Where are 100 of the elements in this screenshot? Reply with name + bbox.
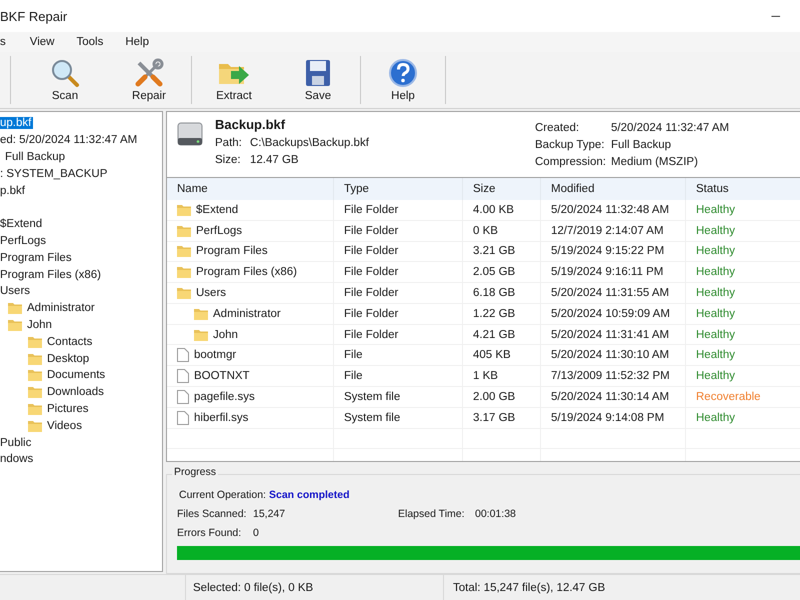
menu-item[interactable]: s (0, 36, 19, 48)
folder-icon (28, 369, 42, 382)
file-name: Program Files (196, 245, 268, 258)
folder-icon (177, 245, 191, 258)
operation-status: Scan completed (269, 488, 350, 500)
file-status: Healthy (696, 266, 735, 278)
tree-item[interactable]: Public (0, 436, 34, 449)
tree-info-text: : SYSTEM_BACKUP (0, 168, 108, 180)
file-size: 6.18 GB (473, 286, 516, 299)
progress-value: 00:01:38 (475, 508, 516, 520)
status-text: Total: 15,247 file(s), 12.47 GB (452, 582, 606, 594)
menu-item[interactable]: View (18, 36, 66, 48)
tree-item[interactable]: Program Files (0, 252, 74, 264)
column-header[interactable]: Type (334, 178, 463, 200)
tree-item[interactable]: $Extend (0, 218, 44, 230)
modified-date: 5/19/2024 9:14:08 PM (551, 412, 664, 424)
modified-date: 5/20/2024 11:31:55 AM (551, 286, 670, 299)
window-title: BKF Repair (0, 8, 68, 24)
tree-item[interactable]: Contacts (47, 336, 94, 348)
detail-value: Full Backup (611, 138, 672, 150)
file-status: Healthy (696, 204, 735, 216)
file-name: Administrator (213, 308, 281, 320)
column-header[interactable]: Name (167, 178, 334, 200)
tree-item[interactable]: p.bkf (0, 184, 27, 197)
file-type: File (344, 370, 363, 382)
folder-icon (8, 302, 22, 314)
detail-label: Backup Type: (535, 138, 606, 150)
detail-label: Path: (215, 136, 243, 148)
status-text: Selected: 0 file(s), 0 KB (186, 575, 444, 600)
file-name: hiberfil.sys (194, 412, 248, 424)
tree-item[interactable]: Pictures (47, 402, 91, 415)
menu-item[interactable]: Help (114, 36, 160, 48)
file-name: BOOTNXT (194, 370, 250, 382)
file-type: File Folder (344, 308, 398, 320)
file-name: Users (196, 286, 226, 299)
tree-item[interactable]: Documents (47, 369, 108, 382)
tree-item[interactable]: John (27, 318, 54, 331)
tree-item[interactable]: Desktop (47, 352, 92, 365)
file-size: 2.00 GB (473, 390, 516, 403)
file-status: Healthy (696, 328, 735, 341)
menu-item[interactable]: Tools (65, 36, 114, 48)
tree-item[interactable]: PerfLogs (0, 234, 48, 247)
magnifier-icon (50, 58, 80, 88)
detail-label: Size: (215, 154, 242, 166)
file-type: File Folder (344, 245, 398, 258)
minimize-button[interactable]: ─ (771, 9, 780, 23)
file-type: System file (344, 390, 400, 403)
file-status: Healthy (696, 224, 735, 237)
backup-file-name: Backup.bkf (215, 117, 286, 132)
file-size: 4.00 KB (473, 204, 514, 216)
folder-icon (28, 336, 42, 348)
file-status: Healthy (696, 412, 735, 424)
modified-date: 5/20/2024 10:59:09 AM (551, 308, 670, 320)
file-status: Healthy (696, 245, 735, 258)
file-icon (177, 410, 189, 425)
column-header[interactable]: Modified (541, 178, 686, 200)
repair-button[interactable]: Repair (107, 52, 191, 108)
file-type: File Folder (344, 328, 398, 341)
folder-icon (177, 266, 191, 278)
file-name: PerfLogs (196, 224, 242, 237)
modified-date: 5/19/2024 9:16:11 PM (551, 266, 664, 278)
help-button[interactable]: Help (361, 52, 445, 108)
tree-item[interactable]: Program Files (x86) (0, 268, 103, 281)
file-type: File Folder (344, 204, 398, 216)
modified-date: 5/20/2024 11:31:41 AM (551, 328, 670, 341)
file-type: File Folder (344, 286, 398, 299)
folder-icon (8, 318, 22, 331)
progress-label: Elapsed Time: (398, 508, 466, 520)
file-status: Healthy (696, 286, 735, 299)
save-button[interactable]: Save (276, 52, 360, 108)
file-name: pagefile.sys (194, 390, 255, 403)
detail-value: Medium (MSZIP) (611, 156, 698, 168)
detail-value: 12.47 GB (250, 154, 299, 166)
tree-item[interactable]: Administrator (27, 302, 97, 314)
column-header[interactable]: Status (686, 178, 800, 200)
file-name: John (213, 328, 238, 341)
tree-item[interactable]: up.bkf (0, 117, 34, 130)
file-status: Healthy (696, 370, 735, 382)
folder-icon (28, 352, 42, 365)
file-icon (177, 369, 189, 384)
file-size: 2.05 GB (473, 266, 516, 278)
file-size: 1 KB (473, 370, 498, 382)
detail-label: Created: (535, 122, 580, 134)
folder-icon (194, 308, 208, 320)
file-icon (177, 390, 189, 404)
tree-item[interactable]: Videos (47, 420, 84, 432)
extract-button[interactable]: Extract (192, 52, 276, 108)
tree-item[interactable]: Users (0, 285, 32, 298)
tree-info-text: ed: 5/20/2024 11:32:47 AM (0, 134, 138, 146)
file-name: bootmgr (194, 349, 236, 362)
tree-item[interactable]: ndows (0, 453, 36, 466)
file-status: Healthy (696, 308, 735, 320)
column-header[interactable]: Size (463, 178, 541, 200)
file-size: 3.21 GB (473, 245, 516, 258)
progress-label: Errors Found: (177, 526, 242, 538)
detail-value: 5/20/2024 11:32:47 AM (611, 122, 730, 134)
scan-button[interactable]: Scan (23, 52, 107, 108)
tree-item[interactable]: Downloads (47, 386, 106, 398)
file-name: $Extend (196, 204, 238, 216)
group-title: Progress (172, 466, 218, 478)
